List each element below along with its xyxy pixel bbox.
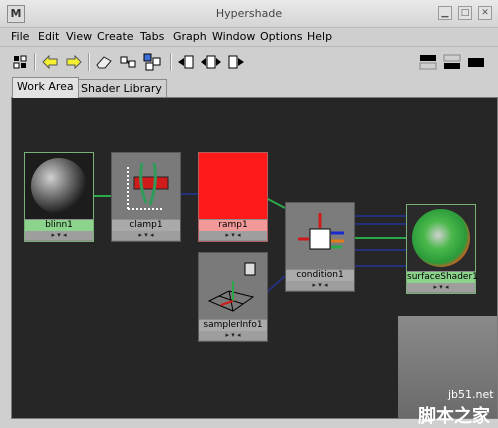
node-label: surfaceShader1 [407,272,478,283]
ramp1-swatch [199,153,267,219]
menu-file[interactable]: File [11,30,29,43]
node-port-bar[interactable]: ▸ ▾ ◂ [199,331,267,340]
node-port-bar[interactable]: ▸ ▾ ◂ [112,231,180,240]
node-label: clamp1 [112,220,180,231]
menu-window[interactable]: Window [212,30,255,43]
menu-help[interactable]: Help [307,30,332,43]
toolbar-separator [88,53,90,71]
condition1-swatch [286,203,354,269]
menu-graph[interactable]: Graph [173,30,207,43]
menu-bar: File Edit View Create Tabs Graph Window … [0,28,498,46]
title-bar: M Hypershade ▁ □ ✕ [0,0,498,28]
node-blinn1[interactable]: blinn1 ▸ ▾ ◂ [24,152,94,242]
node-port-bar[interactable]: ▸ ▾ ◂ [25,231,93,240]
blinn1-swatch [25,153,93,219]
tab-work-area[interactable]: Work Area [12,77,79,98]
back-arrow-icon[interactable] [40,52,60,72]
node-label: samplerInfo1 [199,320,267,331]
maximize-icon[interactable]: □ [458,6,472,20]
close-icon[interactable]: ✕ [478,6,492,20]
node-samplerInfo1[interactable]: samplerInfo1 ▸ ▾ ◂ [198,252,268,342]
clear-graph-icon[interactable] [10,52,30,72]
menu-edit[interactable]: Edit [38,30,59,43]
node-label: ramp1 [199,220,267,231]
input-connections-icon[interactable] [176,52,196,72]
window-title: Hypershade [215,7,283,20]
output-connections-icon[interactable] [226,52,246,72]
minimize-icon[interactable]: ▁ [438,6,452,20]
tab-shader-library[interactable]: Shader Library [76,79,167,98]
menu-create[interactable]: Create [97,30,134,43]
menu-view[interactable]: View [66,30,92,43]
node-label: blinn1 [25,220,93,231]
surfaceShader1-swatch [407,205,475,271]
work-area-canvas[interactable]: blinn1 ▸ ▾ ◂ clamp1 ▸ ▾ ◂ ramp1 ▸ ▾ ◂ co… [11,97,498,419]
input-output-connections-icon[interactable] [201,52,221,72]
forward-arrow-icon[interactable] [64,52,84,72]
layout-bottom-icon[interactable] [442,52,462,72]
toolbar-separator [34,53,36,71]
graph-network-icon[interactable] [142,52,162,72]
render-nodes-icon[interactable] [118,52,138,72]
toolbar-separator [170,53,172,71]
menu-tabs[interactable]: Tabs [140,30,164,43]
node-ramp1[interactable]: ramp1 ▸ ▾ ◂ [198,152,268,242]
eraser-icon[interactable] [94,52,114,72]
watermark-text: 脚本之家 [418,406,490,427]
node-condition1[interactable]: condition1 ▸ ▾ ◂ [285,202,355,292]
node-clamp1[interactable]: clamp1 ▸ ▾ ◂ [111,152,181,242]
node-surfaceShader1[interactable]: surfaceShader1 ▸ ▾ ◂ [406,204,478,294]
node-label: condition1 [286,270,354,281]
menu-options[interactable]: Options [260,30,302,43]
samplerInfo1-swatch [199,253,267,319]
clamp1-swatch [112,153,180,219]
node-port-bar[interactable]: ▸ ▾ ◂ [199,231,267,240]
layout-top-icon[interactable] [418,52,438,72]
layout-single-icon[interactable] [466,52,486,72]
node-port-bar[interactable]: ▸ ▾ ◂ [286,281,354,290]
watermark-url: jb51.net [448,388,494,401]
toolbar [0,46,498,77]
node-port-bar[interactable]: ▸ ▾ ◂ [407,283,475,292]
